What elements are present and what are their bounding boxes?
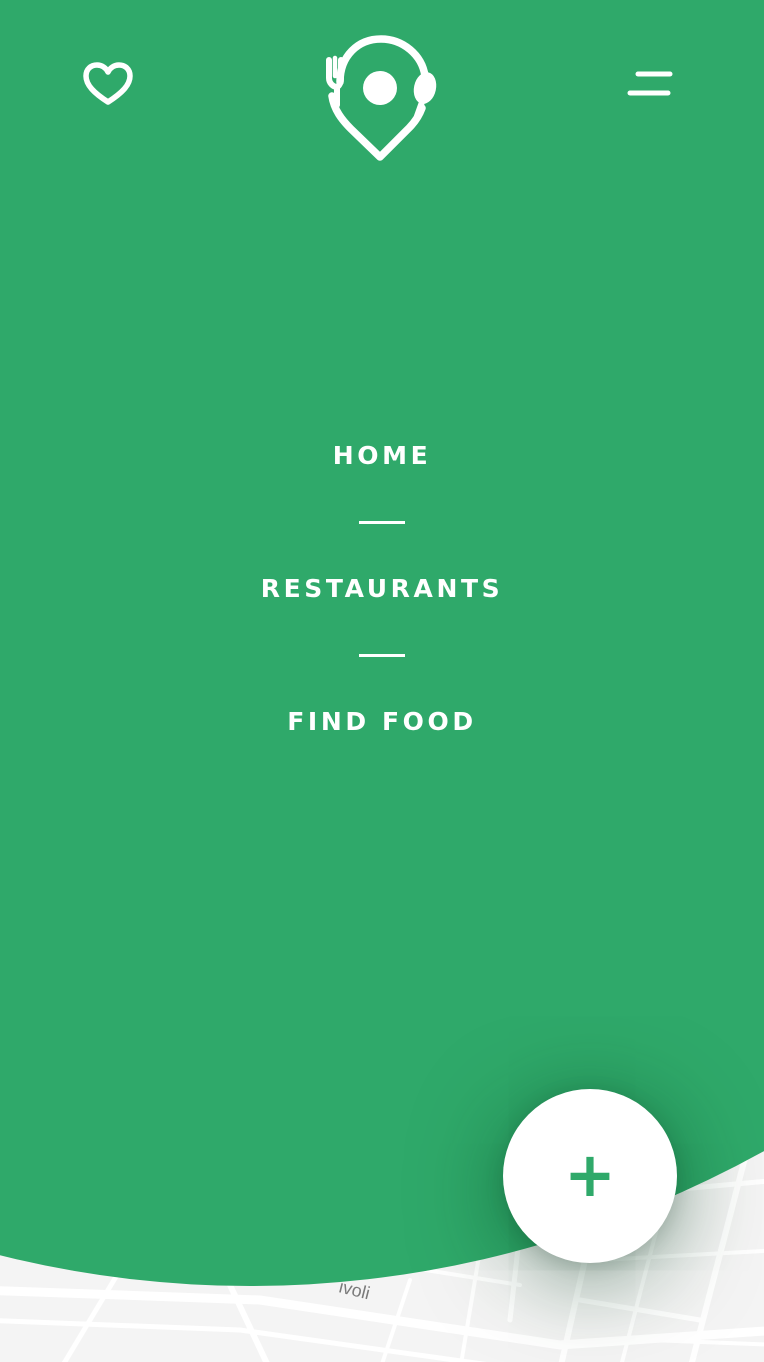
hamburger-menu-icon [627,71,673,96]
menu-button[interactable] [616,54,684,114]
top-bar [0,0,764,180]
heart-icon [83,62,133,105]
nav-item-home[interactable]: HOME [333,430,432,482]
nav-divider [359,521,405,524]
app-logo [318,30,444,166]
nav-item-find-food[interactable]: FIND FOOD [287,696,477,748]
location-pin-fork-spoon-icon [326,35,437,161]
add-button[interactable]: + [503,1089,677,1263]
nav-item-restaurants[interactable]: RESTAURANTS [261,563,504,615]
nav-divider [359,654,405,657]
main-navigation: HOME RESTAURANTS FIND FOOD [0,430,764,748]
app-screen: ivoli HOME RESTAURANTS FIND FOOD + [0,0,764,1362]
favorites-button[interactable] [74,54,142,114]
plus-icon: + [564,1138,616,1211]
